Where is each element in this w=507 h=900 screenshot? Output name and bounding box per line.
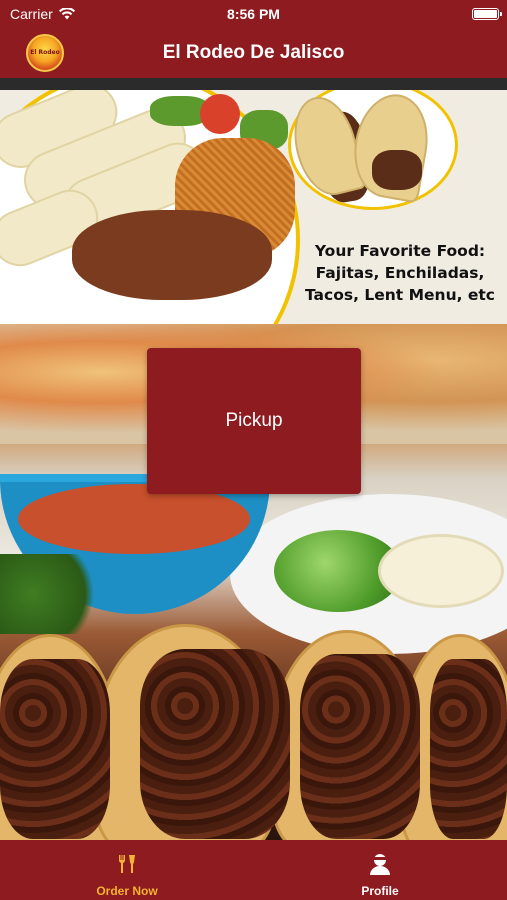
promo-banner: Your Favorite Food: Fajitas, Enchiladas,… <box>0 90 507 324</box>
cilantro-image <box>0 554 110 634</box>
battery-icon <box>472 8 502 20</box>
banner-tagline: Your Favorite Food: Fajitas, Enchiladas,… <box>300 240 500 306</box>
carne-asada-image <box>0 659 110 839</box>
pickup-button[interactable]: Pickup <box>147 348 361 494</box>
tab-label: Profile <box>361 884 399 898</box>
taco-filling-image <box>372 150 422 190</box>
banner-line: Fajitas, Enchiladas, <box>315 264 485 282</box>
navigation-bar: El Rodeo El Rodeo De Jalisco <box>0 28 507 78</box>
banner-line: Your Favorite Food: <box>314 242 486 260</box>
carne-asada-image <box>140 649 290 839</box>
profile-icon <box>300 852 460 876</box>
tab-label: Order Now <box>96 884 158 898</box>
tab-bar: Order Now Profile <box>0 840 507 900</box>
carne-asada-image <box>300 654 420 839</box>
tab-profile[interactable]: Profile <box>300 840 460 900</box>
refried-beans-image <box>72 210 272 300</box>
utensils-icon <box>47 852 207 876</box>
status-time: 8:56 PM <box>227 6 280 22</box>
banner-line: Tacos, Lent Menu, etc <box>304 286 495 304</box>
carne-asada-image <box>430 659 507 839</box>
onion-image <box>378 534 504 608</box>
soup-image <box>18 484 250 554</box>
header-divider <box>0 78 507 90</box>
tomato-image <box>200 94 240 134</box>
status-bar: Carrier 8:56 PM <box>0 0 507 28</box>
tab-order-now[interactable]: Order Now <box>47 840 207 900</box>
page-title: El Rodeo De Jalisco <box>162 42 345 63</box>
